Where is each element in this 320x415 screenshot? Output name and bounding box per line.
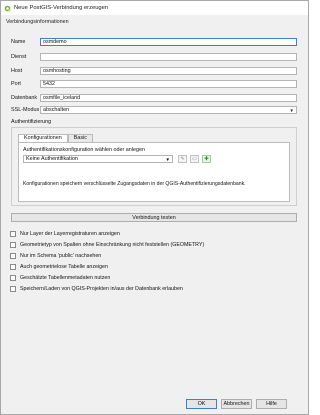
checkbox[interactable] — [10, 263, 16, 270]
checkbox[interactable] — [10, 241, 16, 248]
help-button[interactable]: Hilfe — [256, 399, 287, 409]
ssl-mode-label: SSL-Modus — [11, 107, 40, 113]
option-row[interactable]: Geometrietyp von Spalten ohne Einschränk… — [10, 239, 204, 250]
auth-config-note: Konfigurationen speichern verschlüsselte… — [23, 181, 246, 187]
option-label: Geschätzte Tabellenmetadaten nutzen — [20, 274, 111, 281]
option-row[interactable]: Speichern/Laden von QGIS-Projekten in/au… — [10, 283, 204, 294]
option-row[interactable]: Auch geometrielose Tabelle anzeigen — [10, 261, 204, 272]
auth-config-caption: Authentifikationskonfiguration wählen od… — [23, 147, 145, 153]
qgis-logo-icon — [4, 5, 11, 11]
name-row: Name — [11, 38, 297, 46]
chevron-down-icon: ▼ — [289, 108, 294, 113]
options-list: Nur Layer der Layerregistraturen anzeige… — [10, 228, 204, 294]
window-title: Neue PostGIS-Verbindung erzeugen — [14, 5, 109, 11]
service-label: Dienst — [11, 54, 27, 60]
dialog-window: Neue PostGIS-Verbindung erzeugen Verbind… — [0, 0, 309, 415]
checkbox[interactable] — [10, 252, 16, 259]
tab-basic[interactable]: Basic — [67, 134, 93, 142]
auth-config-select[interactable]: Keine Authentifikation ▼ — [23, 155, 173, 163]
chevron-down-icon: ▼ — [165, 157, 170, 162]
authentication-group: Konfigurationen Basic Authentifikationsk… — [11, 127, 297, 206]
service-row: Dienst — [11, 53, 297, 61]
host-label: Host — [11, 68, 23, 74]
configurations-panel: Authentifikationskonfiguration wählen od… — [18, 142, 290, 202]
remove-icon: ▭ — [192, 156, 197, 162]
connection-info-label: Verbindungsinformationen — [6, 19, 69, 25]
plus-icon: ✚ — [204, 156, 209, 162]
remove-config-button[interactable]: ▭ — [190, 155, 199, 163]
cancel-button[interactable]: Abbrechen — [221, 399, 252, 409]
auth-tabs: Konfigurationen Basic — [18, 134, 93, 143]
name-field[interactable] — [40, 38, 297, 46]
ok-button[interactable]: OK — [186, 399, 217, 409]
checkbox[interactable] — [10, 230, 16, 237]
option-label: Geometrietyp von Spalten ohne Einschränk… — [20, 241, 205, 248]
add-config-button[interactable]: ✚ — [202, 155, 211, 163]
ssl-row: SSL-Modus abschalten ▼ — [11, 106, 297, 114]
test-connection-button[interactable]: Verbindung testen — [11, 213, 297, 222]
service-field[interactable] — [40, 53, 297, 61]
ssl-mode-select[interactable]: abschalten ▼ — [40, 106, 297, 114]
pencil-icon: ✎ — [180, 156, 185, 162]
option-row[interactable]: Geschätzte Tabellenmetadaten nutzen — [10, 272, 204, 283]
title-bar: Neue PostGIS-Verbindung erzeugen — [1, 1, 308, 15]
port-row: Port — [11, 80, 297, 88]
database-field[interactable] — [40, 94, 297, 102]
host-row: Host — [11, 67, 297, 75]
checkbox[interactable] — [10, 274, 16, 281]
database-row: Datenbank — [11, 94, 297, 102]
host-field[interactable] — [40, 67, 297, 75]
authentication-label: Authentifizierung — [11, 119, 52, 125]
database-label: Datenbank — [11, 95, 38, 101]
port-label: Port — [11, 81, 21, 87]
option-row[interactable]: Nur im Schema 'public' nachsehen — [10, 250, 204, 261]
checkbox[interactable] — [10, 285, 16, 292]
ssl-mode-value: abschalten — [43, 107, 70, 113]
option-label: Auch geometrielose Tabelle anzeigen — [20, 263, 108, 270]
option-row[interactable]: Nur Layer der Layerregistraturen anzeige… — [10, 228, 204, 239]
auth-config-value: Keine Authentifikation — [26, 156, 78, 162]
option-label: Nur Layer der Layerregistraturen anzeige… — [20, 230, 120, 237]
option-label: Speichern/Laden von QGIS-Projekten in/au… — [20, 285, 183, 292]
name-label: Name — [11, 39, 26, 45]
port-field[interactable] — [40, 80, 297, 88]
option-label: Nur im Schema 'public' nachsehen — [20, 252, 102, 259]
edit-config-button[interactable]: ✎ — [178, 155, 187, 163]
dialog-buttons: OK Abbrechen Hilfe — [182, 399, 287, 409]
